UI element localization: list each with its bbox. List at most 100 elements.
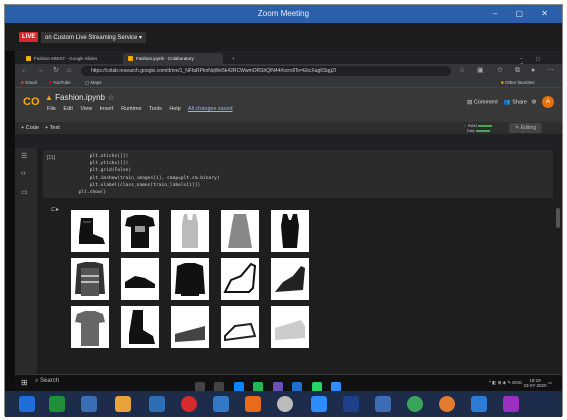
youtube-icon: ■ bbox=[49, 80, 52, 85]
chrome-icon[interactable] bbox=[439, 396, 455, 412]
system-tray: ^ ◧ ⊞ ◈ ✎ ENG 19:19 23-07-2020 ▭ bbox=[489, 378, 552, 388]
bookmark-youtube[interactable]: ■ YouTube bbox=[49, 80, 71, 85]
zoom-window: Zoom Meeting – ▢ ✕ LIVE on Custom Live S… bbox=[4, 4, 563, 417]
image-label bbox=[71, 252, 109, 256]
scrollbar[interactable] bbox=[556, 208, 560, 228]
app-icon[interactable] bbox=[115, 396, 131, 412]
menu-file[interactable]: File bbox=[47, 106, 56, 112]
colab-icon bbox=[128, 56, 133, 62]
app-icon[interactable] bbox=[503, 396, 519, 412]
zoom-title-bar: Zoom Meeting – ▢ ✕ bbox=[5, 5, 562, 23]
comment-icon: ▤ bbox=[467, 99, 473, 106]
favorites-icon[interactable]: ✩ bbox=[497, 66, 503, 76]
comment-button[interactable]: ▤ Comment bbox=[467, 99, 498, 105]
fashion-image-pullover bbox=[71, 258, 109, 300]
search-icon: ⌕ bbox=[35, 378, 39, 384]
code-text[interactable]: plt.xticks([]) plt.yticks([]) plt.grid(F… bbox=[73, 153, 220, 196]
drive-icon: ▲ bbox=[45, 93, 53, 102]
windows-start-icon[interactable] bbox=[19, 396, 35, 412]
explorer-icon[interactable] bbox=[81, 396, 97, 412]
app-icon[interactable] bbox=[375, 396, 391, 412]
star-icon[interactable]: ☆ bbox=[459, 66, 465, 76]
browser-window-controls[interactable]: – ▢ ✕ bbox=[515, 53, 562, 67]
windows-taskbar: ⊞ ⌕ Search ^ ◧ ⊞ ◈ ✎ ENG 19:19 23-07-2020… bbox=[15, 374, 562, 392]
code-snippets-icon[interactable]: ‹› bbox=[21, 170, 26, 177]
resource-monitor[interactable]: ✓ RAM Disk bbox=[464, 123, 492, 133]
notification-icon[interactable]: ▭ bbox=[548, 380, 552, 385]
live-badge: LIVE bbox=[19, 32, 39, 42]
files-icon[interactable]: ▭ bbox=[21, 188, 28, 196]
zoom-icon[interactable] bbox=[311, 396, 327, 412]
extension-icon[interactable]: ▣ bbox=[477, 66, 484, 76]
fashion-image-boot bbox=[71, 210, 109, 252]
collections-icon[interactable]: ⧉ bbox=[515, 66, 520, 76]
profile-icon[interactable]: ● bbox=[531, 66, 535, 76]
fashion-image-tshirt bbox=[121, 210, 159, 252]
new-tab-button[interactable]: + bbox=[227, 53, 240, 64]
menu-view[interactable]: View bbox=[80, 106, 92, 112]
add-code-button[interactable]: + Code bbox=[21, 125, 39, 131]
opera-icon[interactable] bbox=[181, 396, 197, 412]
colab-header: CO ▲ Fashion.ipynb ☆ File Edit View Inse… bbox=[15, 88, 562, 122]
forward-icon[interactable]: → bbox=[37, 66, 44, 76]
fashion-image-sneaker bbox=[121, 258, 159, 300]
url-input[interactable]: https://colab.research.google.com/drive/… bbox=[81, 66, 451, 76]
notebook-title[interactable]: ▲ Fashion.ipynb ☆ bbox=[45, 93, 114, 102]
clock[interactable]: 19:19 23-07-2020 bbox=[523, 378, 546, 388]
toc-icon[interactable]: ☰ bbox=[21, 152, 27, 160]
bookmark-gmail[interactable]: ■ Gmail bbox=[21, 80, 37, 85]
bookmark-maps[interactable]: ▢ Maps bbox=[85, 80, 102, 86]
app-icon[interactable] bbox=[471, 396, 487, 412]
tray-icons[interactable]: ^ ◧ ⊞ ◈ ✎ bbox=[489, 380, 511, 385]
zoom-title: Zoom Meeting bbox=[257, 9, 310, 18]
share-button[interactable]: 👥 Share bbox=[504, 99, 527, 105]
chrome-icon[interactable] bbox=[407, 396, 423, 412]
code-cell[interactable]: [11] plt.xticks([]) plt.yticks([]) plt.g… bbox=[43, 150, 553, 198]
back-icon[interactable]: ← bbox=[21, 66, 28, 76]
fashion-image-sandal4 bbox=[221, 306, 259, 348]
home-icon[interactable]: ⌂ bbox=[67, 66, 71, 76]
fashion-image-sneaker2 bbox=[271, 306, 309, 348]
menu-edit[interactable]: Edit bbox=[63, 106, 72, 112]
fashion-image-pullover2 bbox=[171, 258, 209, 300]
disk-bar bbox=[475, 129, 490, 132]
menu-help[interactable]: Help bbox=[169, 106, 180, 112]
search-box[interactable]: ⌕ Search bbox=[35, 378, 59, 385]
add-text-button[interactable]: + Text bbox=[45, 125, 60, 131]
colab-logo[interactable]: CO bbox=[23, 96, 40, 108]
settings-icon[interactable]: ⚙ bbox=[532, 99, 537, 105]
tab-colab[interactable]: Fashion.ipynb - Colaboratory bbox=[123, 53, 223, 64]
app-icon[interactable] bbox=[213, 396, 229, 412]
excel-icon[interactable] bbox=[49, 396, 65, 412]
fashion-image-dress bbox=[221, 210, 259, 252]
fashion-image-sandal bbox=[221, 258, 259, 300]
language[interactable]: ENG bbox=[512, 380, 522, 385]
star-icon[interactable]: ☆ bbox=[107, 93, 114, 102]
execution-count: [11] bbox=[47, 155, 55, 161]
menu-insert[interactable]: Insert bbox=[100, 106, 114, 112]
output-icon[interactable]: ⊏▸ bbox=[51, 206, 59, 213]
avatar[interactable]: A bbox=[542, 96, 554, 108]
share-icon: 👥 bbox=[503, 99, 511, 106]
save-status[interactable]: All changes saved bbox=[188, 106, 233, 112]
menu-runtime[interactable]: Runtime bbox=[121, 106, 141, 112]
app-icon[interactable] bbox=[149, 396, 165, 412]
fashion-image-sandal2 bbox=[271, 258, 309, 300]
reload-icon[interactable]: ↻ bbox=[53, 66, 59, 76]
browser-tabbar: Fashion MNIST - Google Slides Fashion.ip… bbox=[15, 51, 562, 67]
app-icon[interactable] bbox=[343, 396, 359, 412]
windows-start-icon[interactable]: ⊞ bbox=[21, 378, 28, 387]
fashion-image-sandal3 bbox=[171, 306, 209, 348]
menu-icon[interactable]: ⋯ bbox=[547, 66, 554, 76]
colab-menu: File Edit View Insert Runtime Tools Help… bbox=[47, 106, 239, 112]
app-icon[interactable] bbox=[245, 396, 261, 412]
live-service-dropdown[interactable]: on Custom Live Streaming Service ▾ bbox=[41, 32, 147, 43]
maps-icon: ▢ bbox=[85, 80, 90, 85]
editing-mode[interactable]: ✎ Editing bbox=[509, 123, 542, 133]
bookmark-other[interactable]: ■ Other favorites bbox=[501, 80, 535, 85]
app-icon[interactable] bbox=[277, 396, 293, 412]
tab-slides[interactable]: Fashion MNIST - Google Slides bbox=[21, 53, 121, 64]
window-controls[interactable]: – ▢ ✕ bbox=[493, 5, 556, 23]
colab-toolbar: + Code + Text ✓ RAM Disk ✎ Editing bbox=[15, 122, 562, 134]
menu-tools[interactable]: Tools bbox=[149, 106, 162, 112]
